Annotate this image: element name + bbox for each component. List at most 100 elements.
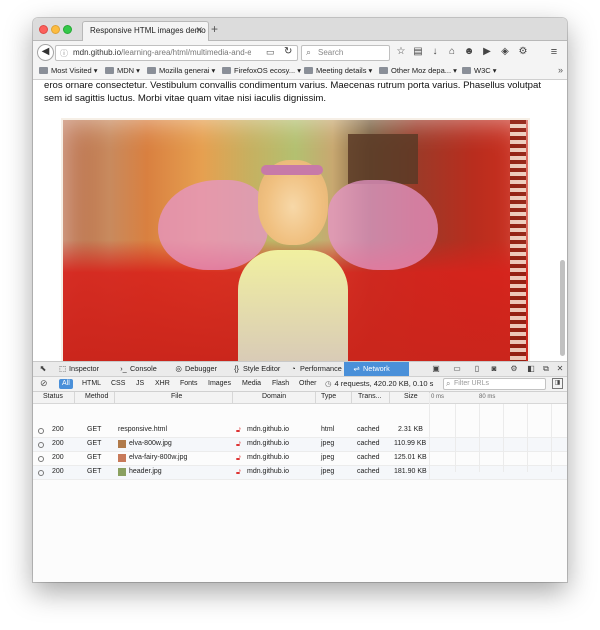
clear-requests-icon[interactable]: ⊘ [40, 378, 48, 389]
filter-js[interactable]: JS [133, 379, 147, 389]
bookmark-label: Most Visited ▾ [51, 66, 98, 75]
col-method[interactable]: Method [85, 393, 108, 400]
url-text[interactable]: mdn.github.io/learning-area/html/multime… [73, 48, 251, 57]
close-tab-icon[interactable]: ✕ [195, 25, 203, 36]
new-tab-button[interactable]: + [211, 22, 218, 36]
status-indicator-icon [38, 456, 44, 462]
reader-view-icon[interactable]: ▭ [266, 47, 275, 58]
filter-urls-input[interactable]: ⌕ Filter URLs [443, 378, 546, 390]
devtools-panel: ⬉ ⬚ Inspector ›_ Console ◎ Debugger {} Style… [33, 361, 567, 582]
timeline-gridline [527, 404, 528, 472]
element-picker-icon[interactable]: ⬉ [37, 363, 49, 375]
bookmark-mozilla-general[interactable]: Mozilla generai ▾ [147, 66, 215, 75]
insecure-lock-icon: 🔓︎ [236, 453, 241, 462]
pocket-icon[interactable]: ◈ [499, 46, 511, 58]
extension-icon[interactable]: ⚙ [517, 46, 529, 58]
bookmark-meeting-details[interactable]: Meeting details ▾ [304, 66, 372, 75]
scratchpad-icon[interactable]: ▯ [471, 363, 483, 375]
tab-label: Style Editor [243, 364, 281, 373]
tab-console[interactable]: ›_ Console [119, 362, 164, 376]
tab-strip: Responsive HTML images demo ✕ + [33, 18, 567, 41]
tab-performance[interactable]: ◔ Performance [289, 362, 347, 376]
filter-flash[interactable]: Flash [269, 379, 292, 389]
tab-inspector[interactable]: ⬚ Inspector [58, 362, 106, 376]
row-method: GET [87, 426, 102, 433]
request-row[interactable]: 200 GET responsive.html 🔓︎ mdn.github.io… [33, 424, 567, 438]
folder-icon [147, 67, 156, 74]
url-bar[interactable]: ⓘ mdn.github.io/learning-area/html/multi… [55, 45, 298, 61]
row-size: 2.31 KB [398, 426, 423, 433]
minimize-window-button[interactable] [51, 25, 60, 34]
filter-xhr[interactable]: XHR [152, 379, 173, 389]
filter-css[interactable]: CSS [108, 379, 128, 389]
col-transferred[interactable]: Trans... [358, 393, 381, 400]
col-file[interactable]: File [171, 393, 182, 400]
bookmark-firefoxos[interactable]: FirefoxOS ecosy... ▾ [222, 66, 301, 75]
undock-icon[interactable]: ⧉ [540, 363, 552, 375]
filter-html[interactable]: HTML [79, 379, 104, 389]
home-icon[interactable]: ⌂ [446, 46, 458, 58]
filter-media[interactable]: Media [239, 379, 264, 389]
tab-debugger[interactable]: ◎ Debugger [174, 362, 224, 376]
photo-child-body [238, 250, 348, 361]
folder-icon [222, 67, 231, 74]
page-content: eros ornare consectetur. Vestibulum conv… [33, 80, 567, 361]
screenshot-icon[interactable]: ◙ [488, 363, 500, 375]
tab-label: Performance [300, 364, 342, 373]
col-divider [232, 392, 233, 403]
filter-other[interactable]: Other [296, 379, 320, 389]
bookmark-other-moz[interactable]: Other Moz depa... ▾ [379, 66, 457, 75]
browser-tab[interactable]: Responsive HTML images demo ✕ [82, 21, 209, 41]
chat-icon[interactable]: ☻ [463, 46, 475, 58]
bookmark-w3c[interactable]: W3C ▾ [462, 66, 497, 75]
youtube-icon[interactable]: ▶ [481, 46, 493, 58]
col-type[interactable]: Type [321, 393, 336, 400]
tab-network[interactable]: ⇌ Network [344, 362, 409, 376]
responsive-mode-icon[interactable]: ▭ [451, 363, 463, 375]
settings-gear-icon[interactable]: ⚙ [508, 363, 520, 375]
reading-list-icon[interactable]: ▤ [412, 46, 424, 58]
tab-style-editor[interactable]: {} Style Editor [232, 362, 287, 376]
col-domain[interactable]: Domain [262, 393, 286, 400]
col-size[interactable]: Size [404, 393, 418, 400]
back-button[interactable]: ◀ [37, 44, 54, 61]
bookmark-mdn[interactable]: MDN ▾ [105, 66, 140, 75]
page-paragraph: eros ornare consectetur. Vestibulum conv… [44, 80, 541, 104]
page-scrollbar[interactable] [560, 260, 565, 356]
menu-icon[interactable]: ≡ [548, 46, 560, 58]
reload-icon[interactable]: ↻ [284, 46, 292, 57]
filter-images[interactable]: Images [205, 379, 234, 389]
request-row[interactable]: 200 GET elva-800w.jpg 🔓︎ mdn.github.io j… [33, 438, 567, 452]
requests-table-header: Status Method File Domain Type Trans... … [33, 392, 567, 404]
bookmark-label: Other Moz depa... ▾ [391, 66, 457, 75]
request-row[interactable]: 200 GET elva-fairy-800w.jpg 🔓︎ mdn.githu… [33, 452, 567, 466]
row-status: 200 [52, 454, 64, 461]
folder-icon [39, 67, 48, 74]
dock-side-icon[interactable]: ◧ [525, 363, 537, 375]
filter-all[interactable]: All [59, 379, 73, 389]
frame-picker-icon[interactable]: ▣ [430, 363, 442, 375]
tab-title: Responsive HTML images demo [90, 26, 206, 35]
search-bar[interactable]: ⌕ Search [301, 45, 390, 61]
request-row[interactable]: 200 GET header.jpg 🔓︎ mdn.github.io jpeg… [33, 466, 567, 480]
bookmarks-overflow-icon[interactable]: » [558, 65, 563, 75]
status-indicator-icon [38, 428, 44, 434]
maximize-window-button[interactable] [63, 25, 72, 34]
url-path: /learning-area/html/multimedia-and-em [121, 48, 251, 57]
toggle-sidebar-icon[interactable]: ◨ [552, 378, 563, 389]
image-thumbnail-icon [118, 440, 126, 448]
filter-search-icon: ⌕ [446, 379, 451, 388]
timeline-gridline [479, 404, 480, 472]
col-status[interactable]: Status [43, 393, 63, 400]
row-file: elva-fairy-800w.jpg [129, 454, 188, 461]
filter-fonts[interactable]: Fonts [177, 379, 201, 389]
site-info-icon[interactable]: ⓘ [60, 48, 68, 59]
close-devtools-icon[interactable]: ✕ [554, 363, 566, 375]
photo-shelf [348, 134, 418, 184]
close-window-button[interactable] [39, 25, 48, 34]
bookmark-label: Mozilla generai ▾ [159, 66, 216, 75]
bookmark-star-icon[interactable]: ☆ [395, 46, 407, 58]
bookmark-most-visited[interactable]: Most Visited ▾ [39, 66, 98, 75]
tab-label: Inspector [69, 364, 100, 373]
download-icon[interactable]: ↓ [429, 46, 441, 58]
